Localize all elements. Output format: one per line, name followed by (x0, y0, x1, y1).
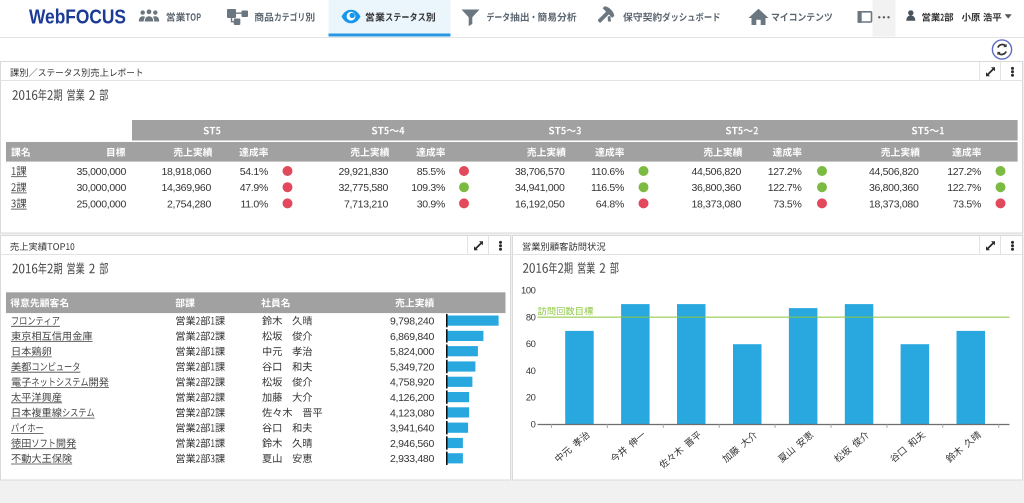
svg-text:5,824,000: 5,824,000 (390, 346, 434, 358)
svg-text:11.0%: 11.0% (241, 198, 269, 210)
svg-text:30,000,000: 30,000,000 (76, 182, 126, 194)
svg-text:54.1%: 54.1% (240, 166, 268, 178)
svg-text:34,941,000: 34,941,000 (515, 182, 565, 194)
svg-text:122.7%: 122.7% (947, 182, 981, 194)
svg-text:4,123,080: 4,123,080 (390, 407, 434, 419)
svg-text:36,800,360: 36,800,360 (691, 182, 741, 194)
svg-text:5,349,720: 5,349,720 (390, 361, 434, 373)
svg-text:2,946,560: 2,946,560 (390, 438, 434, 450)
svg-text:32,775,580: 32,775,580 (338, 182, 388, 194)
svg-text:44,506,820: 44,506,820 (869, 166, 919, 178)
svg-text:WebFOCUS: WebFOCUS (29, 6, 126, 29)
svg-text:6,869,840: 6,869,840 (390, 331, 434, 343)
svg-text:18,918,060: 18,918,060 (161, 166, 211, 178)
svg-text:64.8%: 64.8% (596, 198, 624, 210)
svg-text:2,933,480: 2,933,480 (390, 453, 434, 465)
svg-text:29,921,830: 29,921,830 (338, 166, 388, 178)
svg-text:16,192,050: 16,192,050 (515, 198, 565, 210)
svg-text:18,373,080: 18,373,080 (869, 198, 919, 210)
svg-text:127.2%: 127.2% (768, 166, 802, 178)
svg-text:14,369,960: 14,369,960 (161, 182, 211, 194)
svg-text:35,000,000: 35,000,000 (76, 166, 126, 178)
svg-text:80: 80 (526, 311, 536, 322)
svg-text:9,798,240: 9,798,240 (390, 316, 434, 328)
svg-text:4,758,920: 4,758,920 (390, 377, 434, 389)
svg-text:73.5%: 73.5% (953, 198, 981, 210)
svg-text:0: 0 (531, 418, 536, 429)
svg-text:109.3%: 109.3% (411, 182, 445, 194)
svg-text:3,941,640: 3,941,640 (390, 423, 434, 435)
svg-text:60: 60 (526, 338, 536, 349)
svg-text:85.5%: 85.5% (417, 166, 445, 178)
svg-text:122.7%: 122.7% (768, 182, 802, 194)
svg-text:20: 20 (526, 392, 536, 403)
svg-text:47.9%: 47.9% (240, 182, 268, 194)
svg-text:110.6%: 110.6% (591, 166, 624, 178)
svg-text:4,126,200: 4,126,200 (390, 392, 434, 404)
svg-text:116.5%: 116.5% (591, 182, 624, 194)
svg-text:100: 100 (521, 285, 536, 296)
svg-text:2,754,280: 2,754,280 (167, 198, 211, 210)
svg-text:7,713,210: 7,713,210 (344, 198, 388, 210)
svg-text:127.2%: 127.2% (947, 166, 981, 178)
svg-text:44,506,820: 44,506,820 (691, 166, 741, 178)
svg-text:36,800,360: 36,800,360 (869, 182, 919, 194)
svg-text:18,373,080: 18,373,080 (691, 198, 741, 210)
svg-text:38,706,570: 38,706,570 (515, 166, 565, 178)
svg-text:25,000,000: 25,000,000 (76, 198, 126, 210)
svg-text:30.9%: 30.9% (417, 198, 445, 210)
svg-text:40: 40 (526, 365, 536, 376)
svg-text:73.5%: 73.5% (773, 198, 801, 210)
